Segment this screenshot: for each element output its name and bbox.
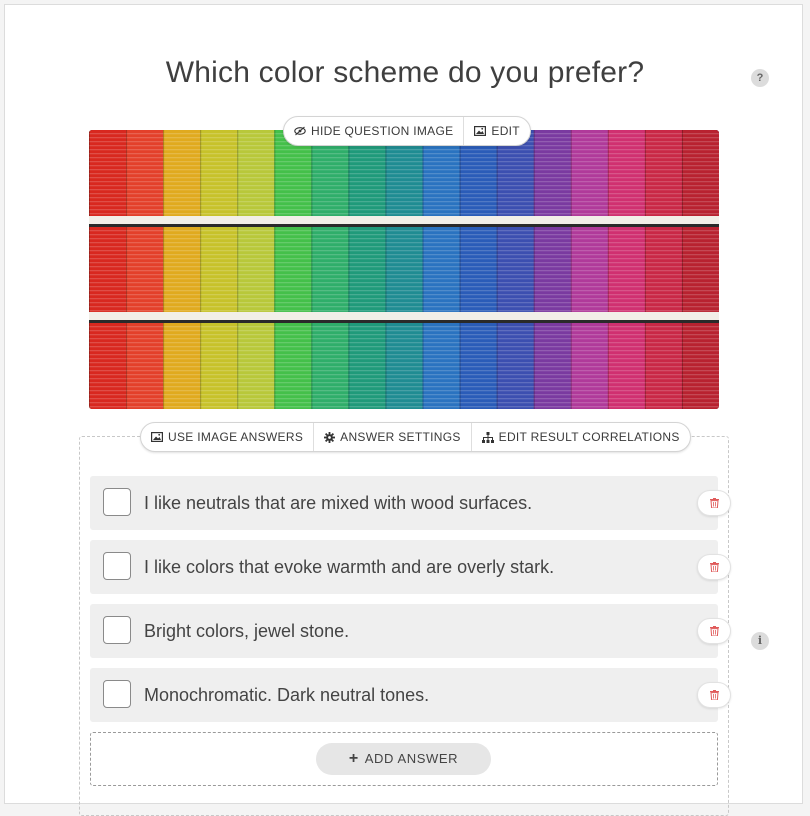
delete-answer-button[interactable] — [697, 490, 731, 516]
answer-checkbox[interactable] — [103, 488, 131, 516]
trash-icon — [709, 690, 719, 700]
answer-text[interactable]: I like neutrals that are mixed with wood… — [144, 476, 532, 530]
question-image — [89, 130, 719, 409]
answer-text[interactable]: I like colors that evoke warmth and are … — [144, 540, 554, 594]
help-icon[interactable]: ? — [751, 69, 769, 87]
plus-icon: + — [348, 750, 359, 767]
add-answer-label: ADD ANSWER — [364, 751, 459, 766]
edit-image-label: EDIT — [491, 124, 520, 138]
answer-settings-button[interactable]: ANSWER SETTINGS — [313, 423, 471, 451]
add-answer-button[interactable]: + ADD ANSWER — [316, 743, 491, 775]
gear-icon — [324, 431, 336, 443]
eye-slash-icon — [294, 126, 306, 136]
hide-question-image-button[interactable]: HIDE QUESTION IMAGE — [284, 117, 463, 145]
answer-row: Monochromatic. Dark neutral tones. — [90, 668, 718, 722]
answer-checkbox[interactable] — [103, 552, 131, 580]
answer-text[interactable]: Bright colors, jewel stone. — [144, 604, 349, 658]
delete-answer-button[interactable] — [697, 554, 731, 580]
answer-checkbox[interactable] — [103, 616, 131, 644]
answer-row: I like neutrals that are mixed with wood… — [90, 476, 718, 530]
delete-answer-button[interactable] — [697, 618, 731, 644]
trash-icon — [709, 498, 719, 508]
image-icon — [474, 126, 487, 136]
answer-row: Bright colors, jewel stone. — [90, 604, 718, 658]
edit-result-correlations-button[interactable]: EDIT RESULT CORRELATIONS — [470, 423, 690, 451]
trash-icon — [709, 562, 719, 572]
info-icon[interactable]: i — [751, 632, 769, 650]
image-toolbar: HIDE QUESTION IMAGE EDIT — [283, 116, 531, 146]
trash-icon — [709, 626, 719, 636]
answer-text[interactable]: Monochromatic. Dark neutral tones. — [144, 668, 429, 722]
answer-row: I like colors that evoke warmth and are … — [90, 540, 718, 594]
use-image-answers-button[interactable]: USE IMAGE ANSWERS — [141, 423, 313, 451]
image-icon — [151, 432, 163, 442]
answers-toolbar: USE IMAGE ANSWERS ANSWER SETTINGS EDIT R… — [140, 422, 691, 452]
question-title[interactable]: Which color scheme do you prefer? — [0, 56, 810, 90]
delete-answer-button[interactable] — [697, 682, 731, 708]
edit-image-button[interactable]: EDIT — [463, 117, 530, 145]
edit-result-correlations-label: EDIT RESULT CORRELATIONS — [498, 430, 680, 444]
sitemap-icon — [481, 431, 494, 443]
answer-settings-label: ANSWER SETTINGS — [340, 430, 461, 444]
hide-question-image-label: HIDE QUESTION IMAGE — [311, 124, 454, 138]
answer-checkbox[interactable] — [103, 680, 131, 708]
use-image-answers-label: USE IMAGE ANSWERS — [168, 430, 304, 444]
